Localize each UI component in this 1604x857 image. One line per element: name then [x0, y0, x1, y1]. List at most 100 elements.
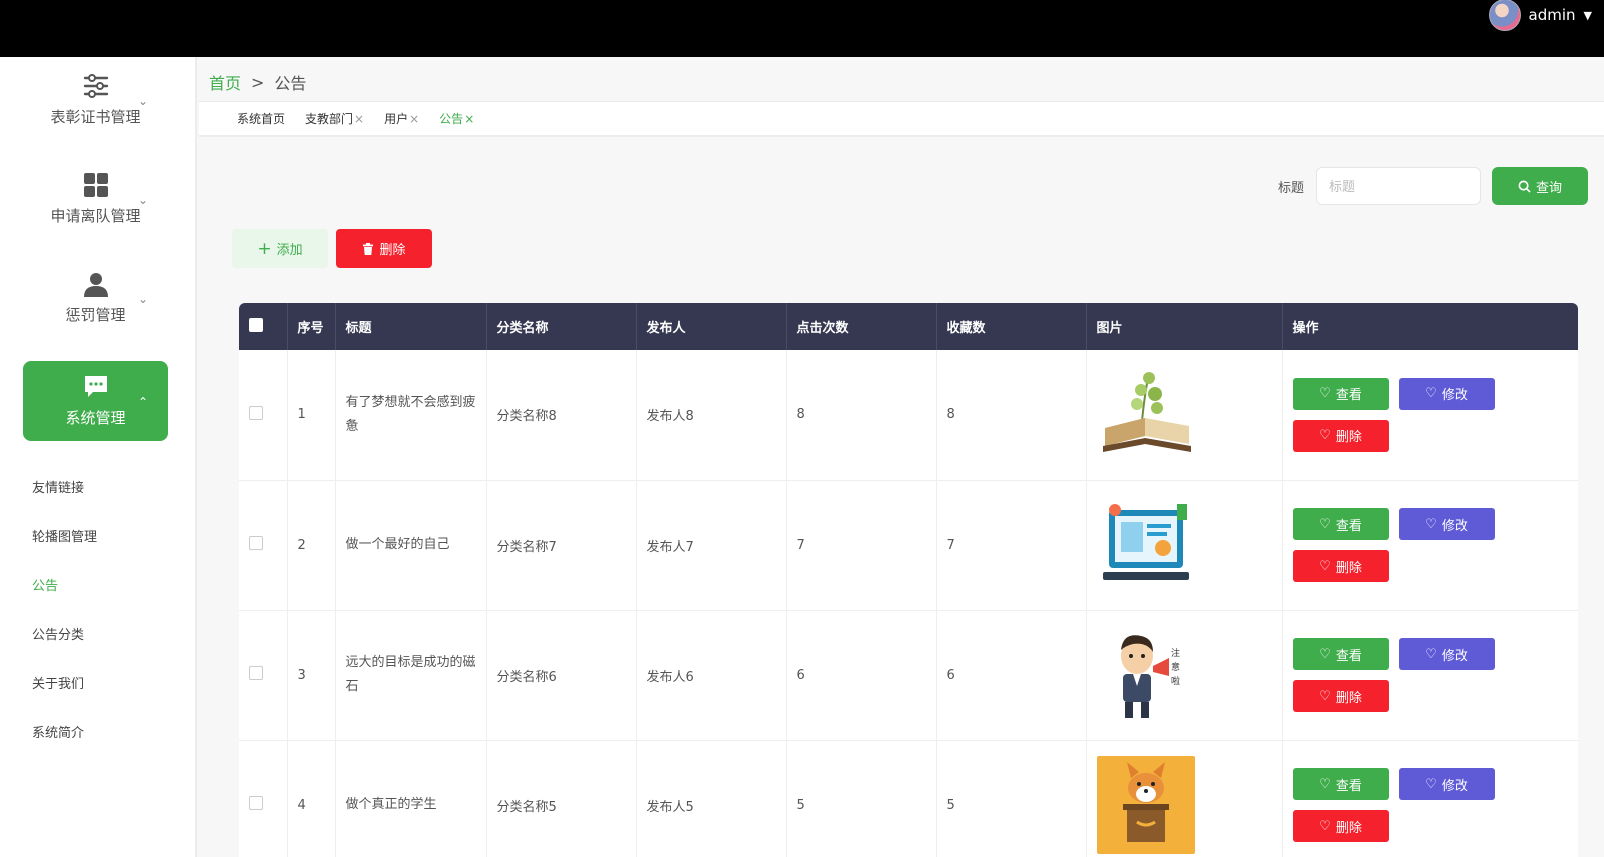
add-button-label: 添加	[276, 243, 303, 258]
menu-group-label: 表彰证书管理	[50, 108, 141, 126]
view-label: 查看	[1335, 778, 1362, 794]
menu-group-label: 系统管理	[65, 409, 126, 427]
username[interactable]: admin	[1529, 6, 1576, 24]
column-header: 分类名称	[486, 303, 637, 350]
cell-favorites: 5	[936, 740, 1087, 857]
cell-favorites: 7	[936, 480, 1087, 611]
close-icon[interactable]: ×	[464, 112, 474, 126]
menu-group-punishment[interactable]: 惩罚管理 ⌄	[23, 258, 168, 338]
add-button[interactable]: + 添加	[232, 229, 328, 268]
tab-home[interactable]: 系统首页	[237, 110, 285, 127]
cell-clicks: 6	[786, 610, 937, 741]
breadcrumb-separator: >	[251, 72, 265, 92]
heart-icon: ♡	[1425, 776, 1437, 792]
sidebar-item-carousel[interactable]: 轮播图管理	[32, 526, 97, 545]
column-header: 收藏数	[936, 303, 1087, 350]
user-icon	[83, 271, 109, 304]
search-icon	[1518, 180, 1531, 193]
edit-label: 修改	[1441, 388, 1468, 404]
chevron-down-icon: ⌄	[137, 292, 148, 306]
sidebar-item-notice-category[interactable]: 公告分类	[32, 624, 84, 643]
select-all-cell	[239, 303, 288, 350]
breadcrumb-home[interactable]: 首页	[209, 70, 241, 94]
heart-icon: ♡	[1319, 818, 1331, 834]
book-plant-image	[1096, 365, 1195, 464]
delete-label: 删除	[1335, 690, 1362, 706]
tab-user[interactable]: 用户×	[384, 110, 419, 127]
cell-no: 2	[287, 480, 336, 611]
query-button-label: 查询	[1535, 180, 1562, 196]
column-header: 操作	[1282, 303, 1578, 350]
sidebar-item-links[interactable]: 友情链接	[32, 477, 84, 496]
top-bar: admin ▼	[0, 0, 1604, 57]
row-checkbox[interactable]	[249, 666, 263, 680]
sidebar-item-system-intro[interactable]: 系统简介	[32, 722, 84, 741]
chevron-up-icon: ⌃	[137, 395, 148, 409]
cell-operations: ♡ 查看 ♡ 修改 ♡ 删除	[1282, 610, 1578, 741]
cell-image	[1086, 740, 1283, 857]
tab-label: 系统首页	[237, 112, 286, 126]
cell-operations: ♡ 查看 ♡ 修改 ♡ 删除	[1282, 740, 1578, 857]
heart-icon: ♡	[1319, 386, 1331, 402]
row-select-cell	[239, 350, 288, 481]
sliders-icon	[83, 73, 109, 106]
column-header: 标题	[335, 303, 487, 350]
edit-button[interactable]: ♡ 修改	[1398, 377, 1495, 410]
edit-button[interactable]: ♡ 修改	[1398, 508, 1495, 540]
column-header: 图片	[1086, 303, 1283, 350]
menu-group-leave[interactable]: 申请离队管理 ⌄	[23, 159, 168, 239]
cell-operations: ♡ 查看 ♡ 修改 ♡ 删除	[1282, 350, 1578, 481]
table-header-row: 序号 标题 分类名称 发布人 点击次数 收藏数 图片 操作	[239, 303, 1578, 350]
cell-title: 远大的目标是成功的磁石	[335, 610, 487, 741]
notice-table: 序号 标题 分类名称 发布人 点击次数 收藏数 图片 操作 1 有了梦想就不会感…	[239, 303, 1578, 857]
avatar[interactable]	[1488, 0, 1521, 31]
caret-down-icon[interactable]: ▼	[1584, 9, 1592, 22]
breadcrumb-current: 公告	[274, 74, 307, 93]
view-button[interactable]: ♡ 查看	[1292, 768, 1389, 800]
heart-icon: ♡	[1319, 776, 1331, 792]
edit-button[interactable]: ♡ 修改	[1398, 768, 1495, 800]
tab-notice[interactable]: 公告×	[439, 110, 474, 127]
corgi-podium-image	[1096, 756, 1195, 854]
title-search-input[interactable]	[1316, 167, 1481, 205]
view-label: 查看	[1335, 518, 1362, 534]
heart-icon: ♡	[1319, 646, 1331, 662]
menu-group-certificate[interactable]: 表彰证书管理 ⌄	[23, 60, 168, 140]
delete-button-label: 删除	[379, 243, 406, 258]
view-button[interactable]: ♡ 查看	[1292, 508, 1389, 540]
delete-label: 删除	[1335, 560, 1362, 576]
menu-group-system[interactable]: 系统管理 ⌃	[23, 361, 168, 441]
cell-category: 分类名称6	[486, 610, 637, 741]
cell-image	[1086, 480, 1283, 611]
cell-title: 有了梦想就不会感到疲惫	[335, 350, 487, 481]
user-menu[interactable]: admin ▼	[1488, 0, 1592, 31]
tab-department[interactable]: 支教部门×	[305, 110, 364, 127]
svg-text:注: 注	[1171, 647, 1180, 659]
menu-group-label: 申请离队管理	[50, 207, 141, 225]
close-icon[interactable]: ×	[354, 112, 364, 126]
edit-label: 修改	[1441, 778, 1468, 794]
sidebar-item-notice[interactable]: 公告	[32, 575, 58, 594]
row-checkbox[interactable]	[249, 796, 263, 810]
sidebar-item-about[interactable]: 关于我们	[32, 673, 84, 692]
view-button[interactable]: ♡ 查看	[1292, 638, 1389, 670]
delete-button[interactable]: ♡ 删除	[1292, 419, 1389, 452]
row-checkbox[interactable]	[249, 536, 263, 550]
view-button[interactable]: ♡ 查看	[1292, 377, 1389, 410]
select-all-checkbox[interactable]	[249, 317, 263, 332]
cell-no: 1	[287, 350, 336, 481]
cell-clicks: 7	[786, 480, 937, 611]
table-row: 3 远大的目标是成功的磁石 分类名称6 发布人6 6 6 注意啦 ♡ 查看 ♡ 修改…	[239, 610, 1578, 741]
query-button[interactable]: 查询	[1492, 167, 1588, 205]
delete-button[interactable]: ♡ 删除	[1292, 680, 1389, 712]
row-checkbox[interactable]	[249, 405, 263, 420]
close-icon[interactable]: ×	[409, 112, 419, 126]
delete-button[interactable]: ♡ 删除	[1292, 550, 1389, 582]
batch-delete-button[interactable]: 删除	[336, 229, 432, 268]
column-header: 序号	[287, 303, 336, 350]
delete-button[interactable]: ♡ 删除	[1292, 810, 1389, 842]
edit-button[interactable]: ♡ 修改	[1398, 638, 1495, 670]
businessman-megaphone-image: 注意啦	[1096, 626, 1195, 724]
cell-category: 分类名称7	[486, 480, 637, 611]
cell-no: 4	[287, 740, 336, 857]
